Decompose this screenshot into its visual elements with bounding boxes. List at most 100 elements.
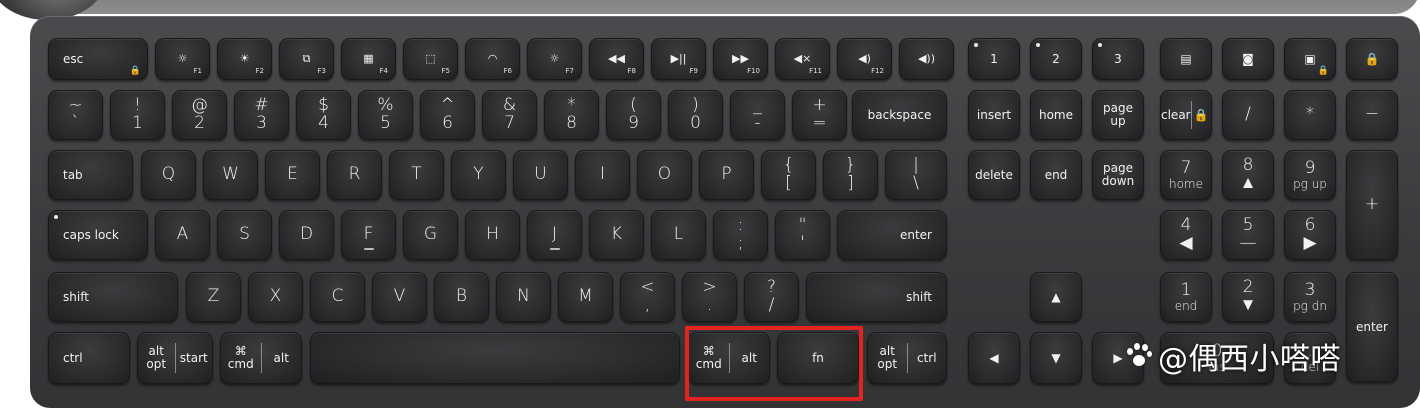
key-tab: tab xyxy=(48,150,133,200)
keyboard-photo: esc 🔒 ☼ F1 ☀ F2 ⧉ F3 ▦ F4 ⬚ F5 ◠ F6 ☼ F7 ◀◀ F8 ▶|| F9 ▶▶ F10 ◀… xyxy=(0,0,1420,408)
key-label: end xyxy=(1044,167,1068,182)
key-e: E xyxy=(265,150,320,200)
key-label: esc xyxy=(63,51,84,66)
key-label: V xyxy=(393,286,406,307)
key-easy-switch-2: 2 xyxy=(1030,38,1082,80)
key-label: E xyxy=(287,164,298,185)
key-sublabel: up xyxy=(1110,114,1126,128)
key-f9: ▶|| F9 xyxy=(651,38,706,80)
key-label: X xyxy=(269,286,282,307)
fn-number-label: F12 xyxy=(871,66,884,75)
key-sublabel: end xyxy=(1174,298,1198,313)
key-period: >. xyxy=(682,272,737,322)
key-label: B xyxy=(455,286,468,307)
key-sublabel: \ xyxy=(913,173,919,193)
key-q: Q xyxy=(141,150,196,200)
key-label: shift xyxy=(63,289,89,304)
key-num-enter: enter xyxy=(1346,272,1398,382)
key-label: 9 xyxy=(1304,157,1316,178)
key-label: H xyxy=(486,224,499,245)
key-sublabel: 1 xyxy=(132,113,143,133)
key-label: ▲ xyxy=(1051,289,1061,304)
key-label: backspace xyxy=(867,107,932,122)
key-label: G xyxy=(423,224,438,245)
key-semicolon: :; xyxy=(713,210,768,260)
indicator-dot xyxy=(1098,43,1102,47)
fn-number-label: F7 xyxy=(565,66,574,75)
fn-number-label: F10 xyxy=(747,66,760,75)
key-sublabel: ] xyxy=(847,173,854,193)
key-label: O xyxy=(657,164,672,185)
indicator-dot xyxy=(54,215,58,219)
key-z: Z xyxy=(186,272,241,322)
key-sublabel: [ xyxy=(785,173,792,193)
key-label: Z xyxy=(207,286,220,307)
key-sublabel: ' xyxy=(800,233,805,253)
key-sublabel: pg dn xyxy=(1293,298,1327,313)
key-label: S xyxy=(239,224,250,245)
key-backtick: ~ ` xyxy=(48,90,103,140)
key-sublabel: 9 xyxy=(628,113,639,133)
key-f8: ◀◀ F8 xyxy=(589,38,644,80)
key-label: I xyxy=(599,164,605,185)
key-sublabel: 7 xyxy=(504,113,515,133)
key-j: J xyxy=(527,210,582,260)
key-sublabel: — xyxy=(1239,233,1257,253)
key-sublabel: - xyxy=(754,113,761,133)
key-sublabel: 0 xyxy=(690,113,701,133)
key-label: tab xyxy=(63,167,83,182)
key-label: 3 xyxy=(1114,51,1122,66)
key-label: opt xyxy=(877,357,898,371)
key-sublabel: . xyxy=(706,295,713,315)
key-label: ◀◀ xyxy=(608,52,625,66)
key-sublabel: = xyxy=(812,113,827,133)
key-label: K xyxy=(610,224,623,245)
key-l: L xyxy=(651,210,706,260)
key-label: − xyxy=(1364,104,1380,125)
lock-icon: 🔒 xyxy=(129,65,141,76)
key-page-down: page down xyxy=(1092,150,1144,200)
key-num-star: * xyxy=(1284,90,1336,140)
key-label: ▣ xyxy=(1304,51,1316,66)
key-arrow-left: ◀ xyxy=(968,332,1020,384)
key-label: W xyxy=(222,164,239,185)
key-k7: & 7 xyxy=(482,90,537,140)
indicator-dot xyxy=(1036,43,1040,47)
watermark-text: @偶西小嗒嗒 xyxy=(1158,342,1341,377)
key-sublabel: 5 xyxy=(380,113,391,133)
key-label: C xyxy=(331,286,344,307)
key-label: clear xyxy=(1161,107,1191,122)
key-k5: % 5 xyxy=(358,90,413,140)
key-p: P xyxy=(699,150,754,200)
key-label: 7 xyxy=(1180,157,1192,178)
key-left-ctrl: ctrl xyxy=(48,332,130,384)
key-k3: #3 xyxy=(234,90,289,140)
key-num-minus: − xyxy=(1346,90,1398,140)
key-sublabel: ; xyxy=(737,233,744,253)
key-label: F xyxy=(363,224,374,245)
key-label: / xyxy=(1245,104,1251,125)
key-x: X xyxy=(248,272,303,322)
key-f12: ◀) F12 xyxy=(837,38,892,80)
key-label: N xyxy=(517,286,530,307)
key-sublabel: pg up xyxy=(1293,176,1327,191)
key-sublabel: 6 xyxy=(442,113,453,133)
key-label: + xyxy=(1364,194,1380,215)
key-end: end xyxy=(1030,150,1082,200)
key-label: ☼ xyxy=(177,52,188,66)
key-label: 3 xyxy=(1304,279,1316,300)
key-t: T xyxy=(389,150,444,200)
fn-number-label: F8 xyxy=(627,66,636,75)
key-sublabel: ▲ xyxy=(1239,173,1257,193)
key-vol-up: ◀)) xyxy=(899,38,954,80)
key-k: K xyxy=(589,210,644,260)
key-label: ◀) xyxy=(858,52,871,66)
key-label: 🔒 xyxy=(1193,107,1209,122)
key-label: ▶|| xyxy=(670,52,687,66)
key-label: ctrl xyxy=(63,350,83,365)
key-sublabel: ▶ xyxy=(1303,233,1317,253)
key-minus: _ - xyxy=(730,90,785,140)
key-lbracket: {[ xyxy=(761,150,816,200)
fn-number-label: F5 xyxy=(441,66,450,75)
key-num2: 2 ▼ xyxy=(1222,272,1274,322)
